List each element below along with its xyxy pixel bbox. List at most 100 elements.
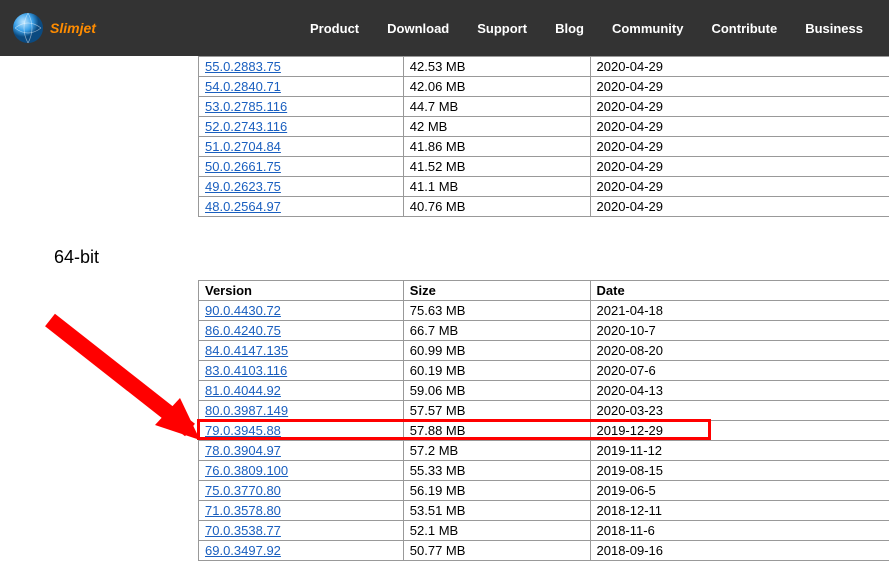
cell-version: 55.0.2883.75: [199, 57, 404, 77]
cell-version: 49.0.2623.75: [199, 177, 404, 197]
cell-date: 2020-10-7: [590, 321, 889, 341]
version-link[interactable]: 48.0.2564.97: [205, 199, 281, 214]
table-row: 71.0.3578.80 53.51 MB2018-12-11: [199, 501, 889, 521]
cell-date: 2018-11-6: [590, 521, 889, 541]
cell-version: 78.0.3904.97: [199, 441, 404, 461]
table-row: 69.0.3497.92 50.77 MB2018-09-16: [199, 541, 889, 561]
table-row: 52.0.2743.11642 MB2020-04-29: [199, 117, 889, 137]
version-link[interactable]: 76.0.3809.100: [205, 463, 288, 478]
version-link[interactable]: 54.0.2840.71: [205, 79, 281, 94]
cell-date: 2020-04-13: [590, 381, 889, 401]
table-row: 79.0.3945.8857.88 MB2019-12-29: [199, 421, 889, 441]
version-link[interactable]: 79.0.3945.88: [205, 423, 281, 438]
header-version: Version: [199, 281, 404, 301]
cell-size: 50.77 MB: [403, 541, 590, 561]
nav-contribute[interactable]: Contribute: [711, 21, 777, 36]
nav-business[interactable]: Business: [805, 21, 863, 36]
cell-version: 80.0.3987.149: [199, 401, 404, 421]
cell-date: 2020-04-29: [590, 97, 889, 117]
cell-version: 84.0.4147.135: [199, 341, 404, 361]
site-header: Slimjet Product Download Support Blog Co…: [0, 0, 889, 56]
cell-version: 75.0.3770.80: [199, 481, 404, 501]
nav-download[interactable]: Download: [387, 21, 449, 36]
version-link[interactable]: 75.0.3770.80: [205, 483, 281, 498]
cell-date: 2020-07-6: [590, 361, 889, 381]
cell-version: 69.0.3497.92: [199, 541, 404, 561]
cell-size: 42.53 MB: [403, 57, 590, 77]
table-row: 55.0.2883.75 42.53 MB2020-04-29: [199, 57, 889, 77]
cell-size: 41.52 MB: [403, 157, 590, 177]
table-row: 53.0.2785.116 44.7 MB2020-04-29: [199, 97, 889, 117]
cell-date: 2018-09-16: [590, 541, 889, 561]
cell-version: 71.0.3578.80: [199, 501, 404, 521]
version-link[interactable]: 55.0.2883.75: [205, 59, 281, 74]
cell-version: 50.0.2661.75: [199, 157, 404, 177]
table-row: 49.0.2623.75 41.1 MB2020-04-29: [199, 177, 889, 197]
globe-icon: [10, 10, 46, 46]
version-link[interactable]: 90.0.4430.72: [205, 303, 281, 318]
site-logo[interactable]: Slimjet: [10, 10, 96, 46]
cell-size: 56.19 MB: [403, 481, 590, 501]
version-link[interactable]: 69.0.3497.92: [205, 543, 281, 558]
version-link[interactable]: 49.0.2623.75: [205, 179, 281, 194]
version-link[interactable]: 81.0.4044.92: [205, 383, 281, 398]
cell-date: 2020-04-29: [590, 197, 889, 217]
cell-size: 53.51 MB: [403, 501, 590, 521]
version-link[interactable]: 52.0.2743.116: [205, 119, 287, 134]
nav-community[interactable]: Community: [612, 21, 684, 36]
cell-date: 2019-08-15: [590, 461, 889, 481]
version-link[interactable]: 53.0.2785.116: [205, 99, 287, 114]
table-row: 75.0.3770.80 56.19 MB2019-06-5: [199, 481, 889, 501]
table-header-row: Version Size Date: [199, 281, 889, 301]
cell-date: 2021-04-18: [590, 301, 889, 321]
nav-blog[interactable]: Blog: [555, 21, 584, 36]
cell-version: 90.0.4430.72: [199, 301, 404, 321]
cell-size: 42 MB: [403, 117, 590, 137]
version-link[interactable]: 80.0.3987.149: [205, 403, 288, 418]
table-row: 84.0.4147.135 60.99 MB2020-08-20: [199, 341, 889, 361]
cell-version: 83.0.4103.116: [199, 361, 404, 381]
version-link[interactable]: 50.0.2661.75: [205, 159, 281, 174]
cell-version: 76.0.3809.100: [199, 461, 404, 481]
cell-version: 51.0.2704.84: [199, 137, 404, 157]
cell-size: 41.1 MB: [403, 177, 590, 197]
version-link[interactable]: 51.0.2704.84: [205, 139, 281, 154]
header-size: Size: [403, 281, 590, 301]
cell-date: 2020-04-29: [590, 137, 889, 157]
annotation-arrow: [40, 310, 220, 460]
cell-version: 53.0.2785.116: [199, 97, 404, 117]
table-row: 70.0.3538.7752.1 MB2018-11-6: [199, 521, 889, 541]
version-link[interactable]: 84.0.4147.135: [205, 343, 288, 358]
version-link[interactable]: 86.0.4240.75: [205, 323, 281, 338]
cell-date: 2020-04-29: [590, 177, 889, 197]
version-link[interactable]: 70.0.3538.77: [205, 523, 281, 538]
table-row: 86.0.4240.75 66.7 MB2020-10-7: [199, 321, 889, 341]
version-link[interactable]: 83.0.4103.116: [205, 363, 287, 378]
table-row: 54.0.2840.7142.06 MB2020-04-29: [199, 77, 889, 97]
header-date: Date: [590, 281, 889, 301]
nav-support[interactable]: Support: [477, 21, 527, 36]
version-table-64bit: Version Size Date 90.0.4430.7275.63 MB20…: [198, 280, 889, 561]
table-row: 76.0.3809.10055.33 MB2019-08-15: [199, 461, 889, 481]
cell-size: 75.63 MB: [403, 301, 590, 321]
cell-date: 2020-08-20: [590, 341, 889, 361]
version-table-32bit: 55.0.2883.7542.53 MB2020-04-2954.0.2840.…: [198, 56, 889, 217]
section-heading-64bit: 64-bit: [54, 247, 889, 268]
cell-date: 2018-12-11: [590, 501, 889, 521]
version-link[interactable]: 78.0.3904.97: [205, 443, 281, 458]
cell-size: 66.7 MB: [403, 321, 590, 341]
cell-size: 42.06 MB: [403, 77, 590, 97]
table-row: 78.0.3904.97 57.2 MB2019-11-12: [199, 441, 889, 461]
cell-size: 57.2 MB: [403, 441, 590, 461]
brand-name: Slimjet: [50, 20, 96, 36]
cell-size: 60.99 MB: [403, 341, 590, 361]
nav-product[interactable]: Product: [310, 21, 359, 36]
table-row: 80.0.3987.14957.57 MB2020-03-23: [199, 401, 889, 421]
cell-size: 60.19 MB: [403, 361, 590, 381]
version-link[interactable]: 71.0.3578.80: [205, 503, 281, 518]
cell-date: 2019-11-12: [590, 441, 889, 461]
cell-date: 2020-04-29: [590, 57, 889, 77]
cell-date: 2019-06-5: [590, 481, 889, 501]
table-row: 90.0.4430.72 75.63 MB2021-04-18: [199, 301, 889, 321]
cell-size: 44.7 MB: [403, 97, 590, 117]
